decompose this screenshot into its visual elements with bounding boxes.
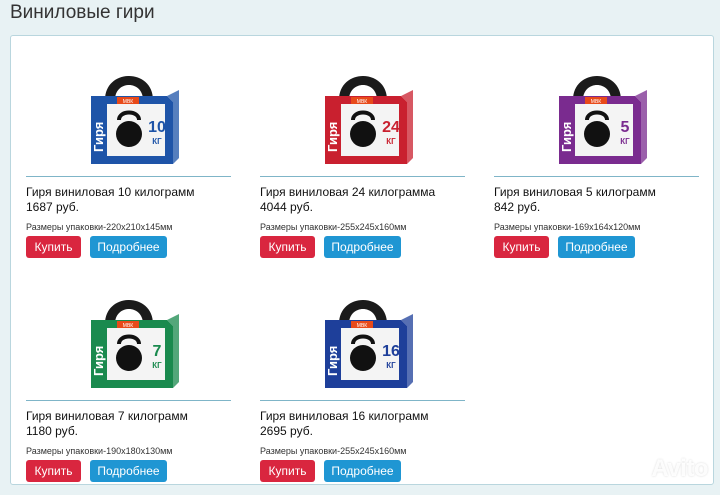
package-dimensions: Размеры упаковки-190х180х130мм [26, 446, 173, 456]
svg-text:Гиря: Гиря [91, 122, 106, 152]
svg-text:КГ: КГ [620, 137, 630, 146]
details-button[interactable]: Подробнее [90, 460, 167, 482]
product-image[interactable]: Гиря 24 КГ МВК [260, 44, 465, 172]
svg-text:10: 10 [148, 119, 166, 136]
divider [494, 176, 699, 177]
product-grid: Гиря 10 КГ МВК Гиря виниловая 10 килогра… [10, 35, 714, 485]
product-card: Гиря 7 КГ МВК Гиря виниловая 7 килограмм… [26, 268, 231, 482]
svg-text:Гиря: Гиря [91, 346, 106, 376]
details-button[interactable]: Подробнее [90, 236, 167, 258]
svg-text:Гиря: Гиря [559, 122, 574, 152]
svg-text:МВК: МВК [356, 323, 367, 329]
divider [260, 176, 465, 177]
details-button[interactable]: Подробнее [558, 236, 635, 258]
svg-text:16: 16 [382, 343, 400, 360]
svg-text:МВК: МВК [356, 99, 367, 105]
kettlebell-box-image: Гиря 7 КГ МВК [90, 300, 179, 388]
kettlebell-box-image: Гиря 16 КГ МВК [324, 300, 413, 388]
product-price: 1180 руб. [26, 424, 79, 438]
page-title: Виниловые гири [10, 2, 155, 23]
product-card: Гиря 10 КГ МВК Гиря виниловая 10 килогра… [26, 44, 231, 258]
product-name[interactable]: Гиря виниловая 10 килограмм [26, 185, 231, 200]
product-name[interactable]: Гиря виниловая 5 килограмм [494, 185, 699, 200]
product-image[interactable]: Гиря 5 КГ МВК [494, 44, 699, 172]
package-dimensions: Размеры упаковки-220х210х145мм [26, 222, 173, 232]
product-price: 2695 руб. [260, 424, 313, 438]
avito-watermark: Avito [624, 455, 708, 483]
product-name[interactable]: Гиря виниловая 24 килограмма [260, 185, 465, 200]
svg-text:МВК: МВК [122, 99, 133, 105]
kettlebell-box-image: Гиря 10 КГ МВК [90, 76, 179, 164]
svg-text:КГ: КГ [152, 137, 162, 146]
details-button[interactable]: Подробнее [324, 460, 401, 482]
divider [260, 400, 465, 401]
buy-button[interactable]: Купить [260, 236, 315, 258]
package-dimensions: Размеры упаковки-255х245х160мм [260, 222, 407, 232]
product-card: Гиря 24 КГ МВК Гиря виниловая 24 килогра… [260, 44, 465, 258]
package-dimensions: Размеры упаковки-169х164х120мм [494, 222, 641, 232]
avito-logo-icon [624, 457, 648, 481]
kettlebell-box-image: Гиря 5 КГ МВК [558, 76, 647, 164]
svg-text:Гиря: Гиря [325, 346, 340, 376]
product-image[interactable]: Гиря 16 КГ МВК [260, 268, 465, 396]
product-price: 842 руб. [494, 200, 541, 214]
product-price: 4044 руб. [260, 200, 313, 214]
svg-text:24: 24 [382, 119, 400, 136]
divider [26, 176, 231, 177]
product-price: 1687 руб. [26, 200, 79, 214]
svg-text:МВК: МВК [590, 99, 601, 105]
details-button[interactable]: Подробнее [324, 236, 401, 258]
product-name[interactable]: Гиря виниловая 16 килограмм [260, 409, 465, 424]
avito-logo-text: Avito [651, 455, 708, 482]
svg-text:КГ: КГ [386, 361, 396, 370]
product-name[interactable]: Гиря виниловая 7 килограмм [26, 409, 231, 424]
svg-text:КГ: КГ [152, 361, 162, 370]
buy-button[interactable]: Купить [494, 236, 549, 258]
product-image[interactable]: Гиря 7 КГ МВК [26, 268, 231, 396]
buy-button[interactable]: Купить [26, 236, 81, 258]
product-card: Гиря 5 КГ МВК Гиря виниловая 5 килограмм… [494, 44, 699, 258]
product-card: Гиря 16 КГ МВК Гиря виниловая 16 килогра… [260, 268, 465, 482]
buy-button[interactable]: Купить [26, 460, 81, 482]
buy-button[interactable]: Купить [260, 460, 315, 482]
svg-text:5: 5 [620, 119, 629, 136]
svg-text:Гиря: Гиря [325, 122, 340, 152]
kettlebell-box-image: Гиря 24 КГ МВК [324, 76, 413, 164]
package-dimensions: Размеры упаковки-255х245х160мм [260, 446, 407, 456]
product-image[interactable]: Гиря 10 КГ МВК [26, 44, 231, 172]
divider [26, 400, 231, 401]
svg-text:7: 7 [152, 343, 161, 360]
svg-text:МВК: МВК [122, 323, 133, 329]
svg-text:КГ: КГ [386, 137, 396, 146]
